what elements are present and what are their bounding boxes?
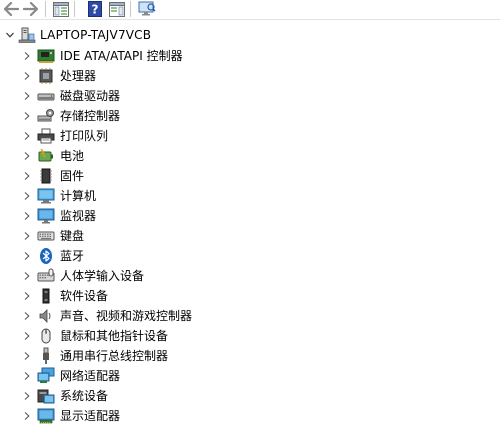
- tree-item-label: 计算机: [60, 189, 97, 203]
- forward-arrow-icon: [23, 2, 39, 16]
- tree-item-display-adapters[interactable]: 显示适配器: [0, 406, 500, 426]
- hid-icon: [37, 267, 55, 285]
- toolbar-border: [0, 19, 500, 20]
- chevron-right-icon[interactable]: [22, 51, 32, 61]
- chevron-right-icon[interactable]: [22, 251, 32, 261]
- tree-item-monitors[interactable]: 监视器: [0, 206, 500, 226]
- printer-icon: [37, 127, 55, 145]
- show-hide-console-tree-button[interactable]: [52, 0, 70, 18]
- tree-item-label: 固件: [60, 169, 85, 183]
- tree-item-disk-drives[interactable]: 磁盘驱动器: [0, 86, 500, 106]
- tree-item-label: 软件设备: [60, 289, 109, 303]
- tree-item-usb-controllers[interactable]: 通用串行总线控制器: [0, 346, 500, 366]
- network-adapter-icon: [37, 367, 55, 385]
- tree-item-label: 磁盘驱动器: [60, 89, 121, 103]
- tree-item-label: 网络适配器: [60, 369, 121, 383]
- battery-icon: [37, 147, 55, 165]
- tree-item-computer[interactable]: 计算机: [0, 186, 500, 206]
- chevron-right-icon[interactable]: [22, 371, 32, 381]
- tree-item-label: IDE ATA/ATAPI 控制器: [60, 49, 183, 63]
- tree-item-batteries[interactable]: 电池: [0, 146, 500, 166]
- tree-item-label: 键盘: [60, 229, 85, 243]
- help-button[interactable]: ?: [86, 0, 104, 18]
- back-arrow-icon: [3, 2, 19, 16]
- chevron-right-icon[interactable]: [22, 91, 32, 101]
- chevron-right-icon[interactable]: [22, 231, 32, 241]
- chevron-right-icon[interactable]: [22, 151, 32, 161]
- tree-item-label: 处理器: [60, 69, 97, 83]
- forward-button[interactable]: [22, 0, 40, 18]
- tree-item-label: 蓝牙: [60, 249, 85, 263]
- chevron-right-icon[interactable]: [22, 291, 32, 301]
- tree-root[interactable]: LAPTOP-TAJV7VCB: [0, 24, 500, 46]
- action-pane-button[interactable]: [108, 0, 126, 18]
- toolbar: ?: [0, 0, 500, 18]
- chevron-right-icon[interactable]: [22, 131, 32, 141]
- toolbar-separator: [74, 1, 75, 17]
- tree-item-mice[interactable]: 鼠标和其他指针设备: [0, 326, 500, 346]
- chevron-right-icon[interactable]: [22, 331, 32, 341]
- tree-item-firmware[interactable]: 固件: [0, 166, 500, 186]
- processor-icon: [37, 67, 55, 85]
- bluetooth-icon: [37, 247, 55, 265]
- back-button[interactable]: [2, 0, 20, 18]
- help-icon: ?: [88, 1, 102, 17]
- scan-hardware-button[interactable]: [138, 0, 156, 18]
- firmware-icon: [37, 167, 55, 185]
- tree-item-label: 系统设备: [60, 389, 109, 403]
- tree-item-label: 人体学输入设备: [60, 269, 145, 283]
- tree-item-sound-video-game[interactable]: 声音、视频和游戏控制器: [0, 306, 500, 326]
- chevron-right-icon[interactable]: [22, 271, 32, 281]
- tree-item-label: 打印队列: [60, 129, 109, 143]
- tree-item-bluetooth[interactable]: 蓝牙: [0, 246, 500, 266]
- tree-item-label: 通用串行总线控制器: [60, 349, 169, 363]
- chevron-right-icon[interactable]: [22, 391, 32, 401]
- tree-item-storage-controllers[interactable]: 存储控制器: [0, 106, 500, 126]
- chevron-right-icon[interactable]: [22, 191, 32, 201]
- svg-text:?: ?: [92, 3, 99, 17]
- tree-item-hid[interactable]: 人体学输入设备: [0, 266, 500, 286]
- keyboard-icon: [37, 227, 55, 245]
- chevron-right-icon[interactable]: [22, 71, 32, 81]
- tree-item-print-queues[interactable]: 打印队列: [0, 126, 500, 146]
- monitor-scan-icon: [138, 1, 156, 16]
- mouse-icon: [37, 327, 55, 345]
- software-device-icon: [37, 287, 55, 305]
- speaker-icon: [37, 307, 55, 325]
- tree-item-network-adapters[interactable]: 网络适配器: [0, 366, 500, 386]
- tree-item-ide-controller[interactable]: IDE ATA/ATAPI 控制器: [0, 46, 500, 66]
- tree-item-label: 存储控制器: [60, 109, 121, 123]
- chevron-down-icon[interactable]: [5, 30, 15, 40]
- computer-monitor-icon: [37, 187, 55, 205]
- toolbar-separator: [45, 1, 46, 17]
- tree-root-label: LAPTOP-TAJV7VCB: [40, 28, 152, 42]
- tree-item-label: 监视器: [60, 209, 97, 223]
- tree-item-label: 鼠标和其他指针设备: [60, 329, 169, 343]
- tree-item-software-devices[interactable]: 软件设备: [0, 286, 500, 306]
- chevron-right-icon[interactable]: [22, 111, 32, 121]
- usb-icon: [37, 347, 55, 365]
- tree-item-label: 显示适配器: [60, 409, 121, 423]
- tree-item-system-devices[interactable]: 系统设备: [0, 386, 500, 406]
- storage-controller-icon: [37, 107, 55, 125]
- ide-controller-icon: [37, 47, 55, 65]
- chevron-right-icon[interactable]: [22, 311, 32, 321]
- console-tree-icon: [53, 1, 69, 17]
- action-pane-icon: [109, 1, 125, 17]
- chevron-right-icon[interactable]: [22, 171, 32, 181]
- disk-drive-icon: [37, 87, 55, 105]
- chevron-right-icon[interactable]: [22, 211, 32, 221]
- tree-item-label: 声音、视频和游戏控制器: [60, 309, 193, 323]
- display-adapter-icon: [37, 407, 55, 425]
- monitor-icon: [37, 207, 55, 225]
- toolbar-separator: [130, 1, 131, 17]
- computer-icon: [18, 26, 36, 44]
- system-device-icon: [37, 387, 55, 405]
- tree-item-keyboards[interactable]: 键盘: [0, 226, 500, 246]
- chevron-right-icon[interactable]: [22, 351, 32, 361]
- tree-item-processor[interactable]: 处理器: [0, 66, 500, 86]
- chevron-right-icon[interactable]: [22, 411, 32, 421]
- device-tree: LAPTOP-TAJV7VCB IDE ATA/ATAPI 控制器 处理器 磁盘…: [0, 24, 500, 426]
- tree-item-label: 电池: [60, 149, 85, 163]
